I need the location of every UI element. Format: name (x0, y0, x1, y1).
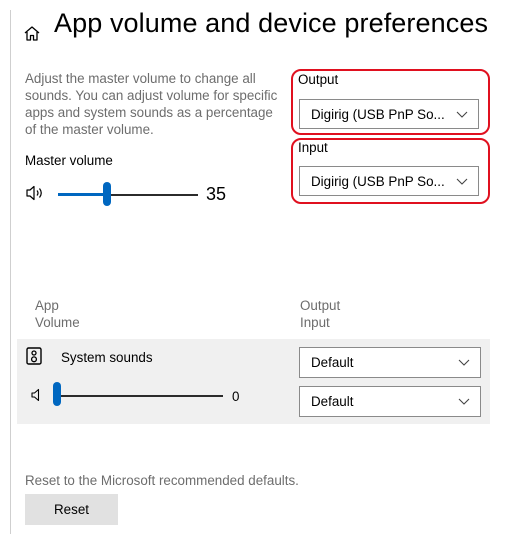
app-input-value: Default (311, 394, 354, 409)
chevron-down-icon (456, 111, 468, 118)
window-edge (10, 10, 11, 534)
reset-description: Reset to the Microsoft recommended defau… (25, 473, 299, 488)
app-name: System sounds (61, 350, 153, 365)
app-output-dropdown[interactable]: Default (299, 347, 481, 378)
master-volume-thumb[interactable] (103, 182, 111, 206)
output-device-value: Digirig (USB PnP So... (311, 107, 445, 122)
output-label: Output (298, 72, 339, 87)
speaker-icon[interactable] (30, 388, 44, 402)
app-column-label: App (35, 298, 59, 313)
app-volume-thumb[interactable] (53, 382, 61, 406)
input-device-dropdown[interactable]: Digirig (USB PnP So... (299, 166, 479, 196)
volume-column-label: Volume (35, 315, 80, 330)
chevron-down-icon (458, 359, 470, 366)
chevron-down-icon (456, 178, 468, 185)
master-volume-label: Master volume (25, 153, 113, 168)
app-column-header: App Volume (35, 297, 80, 331)
chevron-down-icon (458, 398, 470, 405)
master-volume-fill (58, 193, 106, 196)
app-volume-value: 0 (232, 389, 240, 404)
page-title: App volume and device preferences (54, 8, 489, 38)
app-volume-track[interactable] (61, 395, 223, 397)
input-column-label: Input (300, 315, 330, 330)
input-label: Input (298, 140, 328, 155)
home-icon[interactable] (22, 24, 42, 44)
output-column-label: Output (300, 298, 341, 313)
speaker-icon[interactable] (25, 184, 47, 202)
reset-button[interactable]: Reset (25, 494, 118, 525)
output-device-dropdown[interactable]: Digirig (USB PnP So... (299, 99, 479, 129)
device-column-header: Output Input (300, 297, 340, 331)
master-description: Adjust the master volume to change all s… (25, 71, 278, 137)
app-output-value: Default (311, 355, 354, 370)
input-device-value: Digirig (USB PnP So... (311, 174, 445, 189)
master-volume-value: 35 (206, 184, 227, 204)
master-volume-track[interactable] (106, 194, 198, 196)
system-sounds-icon (26, 347, 42, 365)
app-input-dropdown[interactable]: Default (299, 386, 481, 417)
